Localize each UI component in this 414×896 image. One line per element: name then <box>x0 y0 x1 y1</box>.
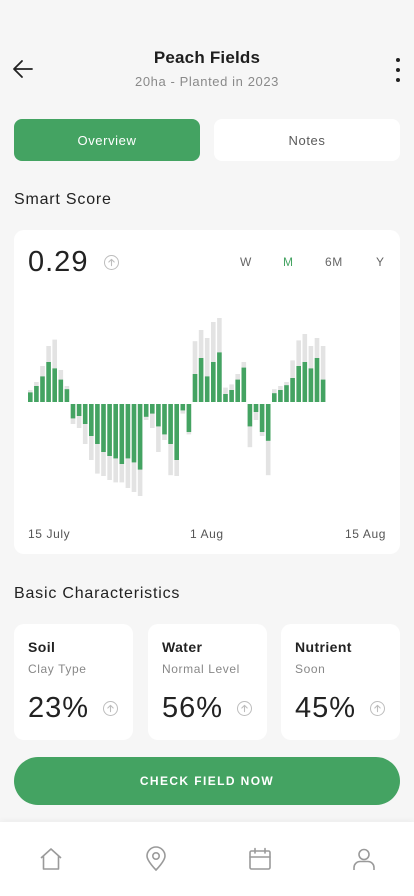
more-vertical-icon-dot <box>396 78 400 82</box>
nutrient-card[interactable]: Nutrient Soon 45% <box>281 624 400 740</box>
chart-bar <box>296 366 301 402</box>
chart-bar <box>28 392 33 402</box>
x-axis-label: 15 Aug <box>345 527 386 541</box>
user-icon <box>353 848 375 870</box>
home-icon <box>40 848 62 870</box>
chart-bar <box>40 376 45 402</box>
segment-tabs: Overview Notes <box>14 119 400 161</box>
chart-bar <box>217 352 222 402</box>
chart-bar <box>58 379 64 402</box>
page-subtitle: 20ha - Planted in 2023 <box>134 74 280 89</box>
stat-value: 45% <box>295 692 357 724</box>
arrow-up-circle-icon[interactable] <box>370 701 385 716</box>
chart-bar <box>320 379 326 402</box>
chart-bar <box>95 404 100 444</box>
chart-bar <box>192 374 198 402</box>
bottom-navigation <box>0 822 414 896</box>
chart-bar <box>150 404 155 414</box>
more-vertical-icon-dot <box>396 68 400 72</box>
chart-bar <box>253 404 259 412</box>
chart-bar <box>223 394 228 402</box>
smart-score-heading: Smart Score <box>14 191 112 208</box>
arrow-up-circle-icon[interactable] <box>237 701 252 716</box>
tab-overview[interactable]: Overview <box>14 119 200 161</box>
stat-name: Nutrient <box>295 639 352 655</box>
soil-card[interactable]: Soil Clay Type 23% <box>14 624 133 740</box>
map-pin-icon <box>146 846 166 872</box>
chart-bar <box>125 404 131 459</box>
tab-notes[interactable]: Notes <box>214 119 400 161</box>
chart-bar <box>302 362 308 402</box>
smart-score-chart <box>28 318 326 496</box>
nav-home[interactable] <box>38 846 64 872</box>
stat-value: 56% <box>162 692 224 724</box>
chart-bar <box>64 389 70 402</box>
x-axis-label: 15 July <box>28 527 71 541</box>
characteristics-heading: Basic Characteristics <box>14 585 181 602</box>
more-vertical-icon-dot <box>396 58 400 62</box>
calendar-icon <box>249 847 271 870</box>
chart-bar <box>284 385 289 402</box>
stat-value: 23% <box>28 692 90 724</box>
chart-bar <box>82 404 88 424</box>
stat-subtitle: Soon <box>295 662 326 676</box>
smart-score-card: 0.29 W M 6M Y 15 July 1 Aug 15 Aug <box>14 230 400 554</box>
stat-subtitle: Normal Level <box>162 662 240 676</box>
chart-bar <box>259 404 265 432</box>
chart-bar <box>174 404 179 460</box>
chart-bar <box>235 379 240 402</box>
stat-subtitle: Clay Type <box>28 662 87 676</box>
chart-bar <box>278 390 283 402</box>
water-card[interactable]: Water Normal Level 56% <box>148 624 267 740</box>
chart-bar <box>70 404 76 419</box>
chart-bar <box>186 404 192 432</box>
chart-bar <box>247 404 253 427</box>
chart-bar <box>308 368 314 402</box>
chart-bar <box>180 404 186 411</box>
chart-bar <box>34 386 39 402</box>
chart-bar <box>46 362 51 402</box>
stat-name: Soil <box>28 639 56 655</box>
chart-bar <box>76 404 82 416</box>
chart-bar <box>89 404 94 436</box>
nav-map[interactable] <box>143 846 169 872</box>
arrow-up-circle-icon[interactable] <box>103 701 118 716</box>
nav-profile[interactable] <box>351 846 377 872</box>
chart-bar <box>204 376 210 402</box>
header: Peach Fields 20ha - Planted in 2023 <box>0 0 414 110</box>
chart-bar <box>162 404 167 435</box>
nav-calendar[interactable] <box>247 846 273 872</box>
chart-bar <box>290 378 295 402</box>
page-title: Peach Fields <box>153 48 261 67</box>
chart-bar <box>101 404 106 452</box>
x-axis-label: 1 Aug <box>190 527 224 541</box>
chart-bar <box>229 390 234 402</box>
chart-bar <box>137 404 143 470</box>
chart-bar <box>168 404 173 444</box>
check-field-button[interactable]: CHECK FIELD NOW <box>14 757 400 805</box>
chart-bar <box>272 393 277 402</box>
chart-bar <box>156 404 161 427</box>
chart-bar <box>265 404 271 441</box>
chart-bar <box>211 362 216 402</box>
stat-name: Water <box>162 639 203 655</box>
more-options-button[interactable] <box>392 58 404 82</box>
chart-bar <box>52 368 57 402</box>
chart-bar <box>198 358 204 402</box>
chart-bar <box>119 404 125 464</box>
chart-bar <box>241 367 247 402</box>
chart-bar <box>143 404 149 417</box>
chart-bar <box>107 404 112 456</box>
chart-bar <box>131 404 137 463</box>
chart-bar <box>113 404 118 459</box>
chart-bar <box>314 358 320 402</box>
